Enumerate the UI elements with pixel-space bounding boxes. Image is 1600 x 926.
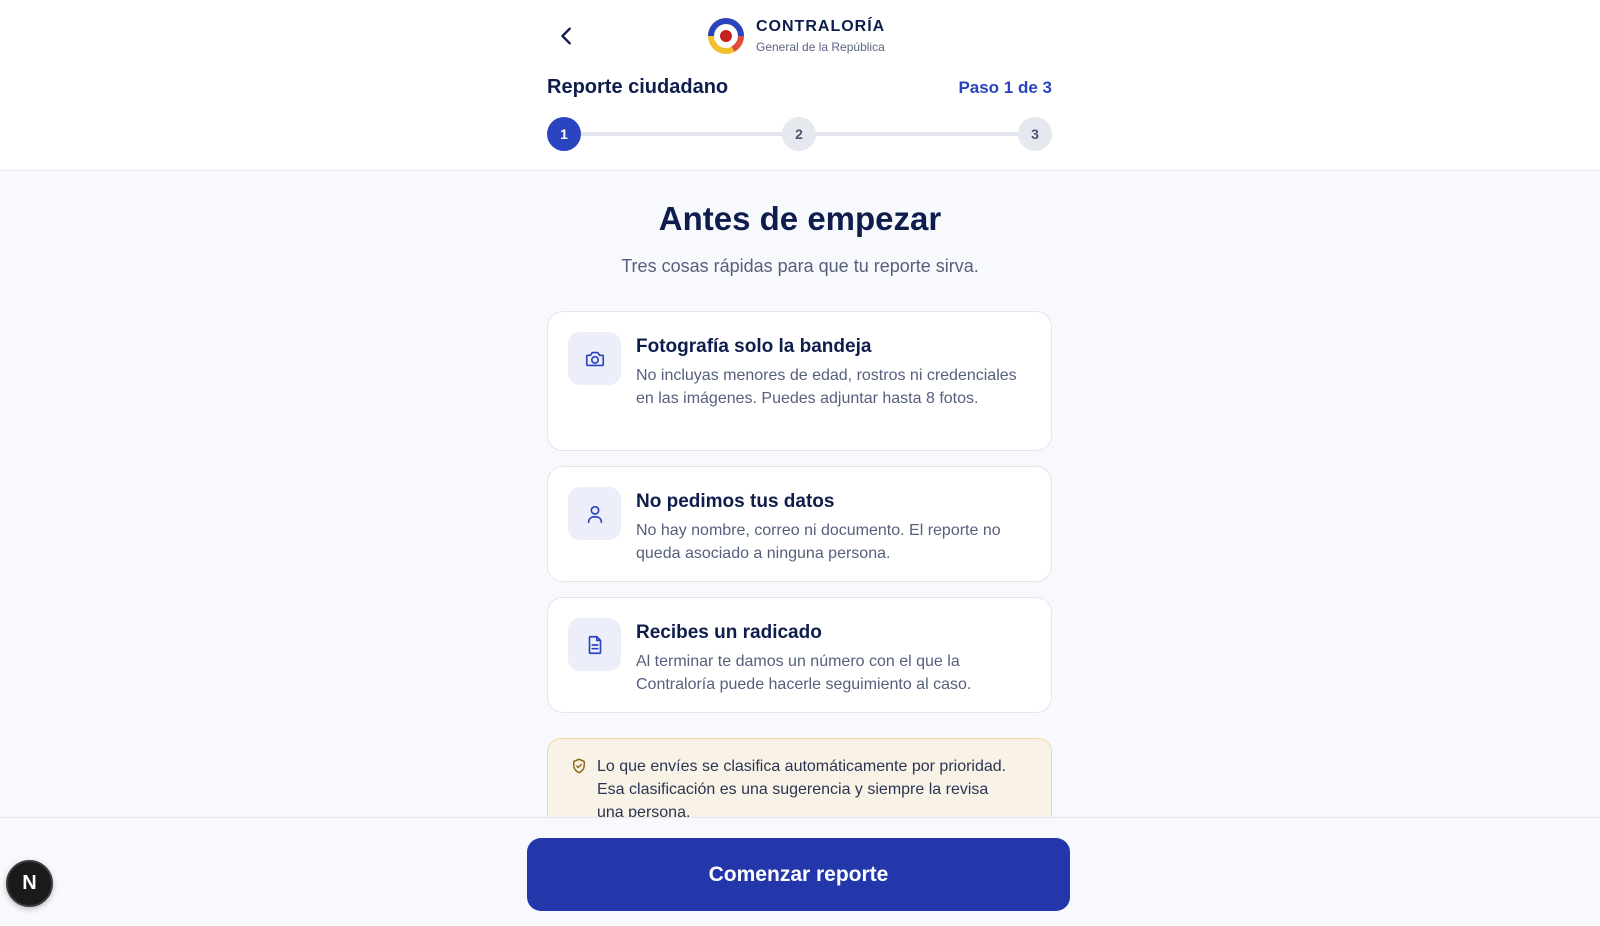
card-description: No incluyas menores de edad, rostros ni … [636,367,1017,407]
info-card-photo: Fotografía solo la bandeja No incluyas m… [547,311,1052,451]
card-title: Recibes un radicado [636,622,822,643]
page-title: Reporte ciudadano [547,76,729,98]
dev-tools-badge[interactable]: N [6,860,53,907]
bottom-action-bar: Comenzar reporte [0,817,1600,926]
stepper: 1 2 3 [547,117,1052,151]
card-title: No pedimos tus datos [636,491,835,512]
card-icon-wrapper [568,618,621,671]
main-subheading: Tres cosas rápidas para que tu reporte s… [621,256,979,276]
step-2-indicator: 2 [782,117,816,151]
notice-text: Lo que envíes se clasifica automáticamen… [597,758,1007,821]
info-card-privacy: No pedimos tus datos No hay nombre, corr… [547,466,1052,582]
step-1-indicator: 1 [547,117,581,151]
brand-subtitle: General de la República [756,40,885,54]
camera-icon [585,351,604,366]
start-report-button[interactable]: Comenzar reporte [527,838,1070,911]
main-heading: Antes de empezar [658,200,942,237]
card-description: Al terminar te damos un número con el qu… [636,653,972,693]
info-card-radicado: Recibes un radicado Al terminar te damos… [547,597,1052,713]
app-header: CONTRALORÍA General de la República Repo… [0,0,1600,171]
card-icon-wrapper [568,332,621,385]
card-description: No hay nombre, correo ni documento. El r… [636,522,1001,562]
back-button[interactable] [551,20,583,52]
step-count: Paso 1 de 3 [958,78,1052,97]
contraloria-logo [708,18,744,54]
shield-check-icon [573,758,585,774]
document-icon [588,635,601,654]
card-title: Fotografía solo la bandeja [636,336,872,357]
brand: CONTRALORÍA General de la República [706,16,885,56]
step-3-indicator: 3 [1018,117,1052,151]
card-icon-wrapper [568,487,621,540]
brand-title: CONTRALORÍA [756,18,886,35]
chevron-left-icon [561,27,571,45]
user-icon [587,505,602,523]
